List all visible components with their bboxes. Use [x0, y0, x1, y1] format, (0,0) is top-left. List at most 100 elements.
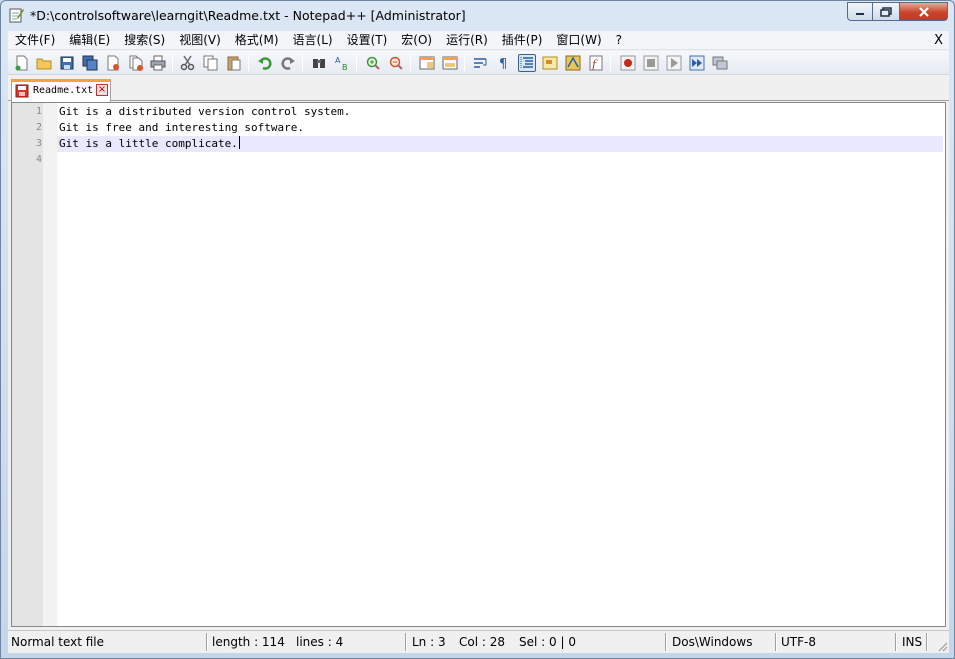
- current-code-line[interactable]: Git is a little complicate.: [57, 136, 943, 152]
- status-column: Col : 28: [459, 635, 505, 649]
- menu-window[interactable]: 窗口(W): [549, 31, 608, 50]
- find-icon[interactable]: [310, 54, 328, 72]
- function-list-icon[interactable]: f: [587, 54, 605, 72]
- status-separator: [895, 633, 897, 651]
- unsaved-document-icon: [15, 84, 29, 98]
- text-area[interactable]: Git is a distributed version control sys…: [57, 103, 945, 626]
- close-document-button[interactable]: X: [934, 31, 943, 50]
- line-text: Git is a little complicate.: [59, 137, 238, 150]
- menu-run[interactable]: 运行(R): [439, 31, 495, 50]
- menu-bar: 文件(F) 编辑(E) 搜索(S) 视图(V) 格式(M) 语言(L) 设置(T…: [8, 31, 949, 50]
- menu-format[interactable]: 格式(M): [228, 31, 286, 50]
- play-macro-icon[interactable]: [665, 54, 683, 72]
- record-macro-icon[interactable]: [619, 54, 637, 72]
- status-eol-format: Dos\Windows: [672, 635, 753, 649]
- indent-guide-icon[interactable]: [518, 54, 536, 72]
- status-insert-mode: INS: [902, 635, 923, 649]
- status-file-type: Normal text file: [11, 635, 105, 649]
- redo-icon[interactable]: [279, 54, 297, 72]
- cut-icon[interactable]: [179, 54, 197, 72]
- tab-label: Readme.txt: [33, 85, 94, 96]
- undo-icon[interactable]: [256, 54, 274, 72]
- minimize-icon: [856, 12, 864, 15]
- restore-icon: [880, 6, 892, 17]
- new-file-icon[interactable]: [13, 54, 31, 72]
- menu-plugins[interactable]: 插件(P): [495, 31, 550, 50]
- sync-vertical-icon[interactable]: [418, 54, 436, 72]
- user-language-icon[interactable]: [541, 54, 559, 72]
- status-line-number: Ln : 3: [412, 635, 446, 649]
- close-icon: [918, 6, 929, 17]
- print-icon[interactable]: [149, 54, 167, 72]
- status-separator: [405, 633, 407, 651]
- save-all-icon[interactable]: [81, 54, 99, 72]
- menu-language[interactable]: 语言(L): [286, 31, 340, 50]
- status-lines: lines : 4: [296, 635, 344, 649]
- restore-button[interactable]: [873, 2, 900, 21]
- status-separator: [206, 633, 208, 651]
- document-tab-bar: Readme.txt ×: [8, 76, 949, 102]
- status-bar: Normal text file length : 114 lines : 4 …: [8, 630, 949, 653]
- code-line[interactable]: Git is a distributed version control sys…: [57, 104, 943, 120]
- open-file-icon[interactable]: [35, 54, 53, 72]
- resize-grip-icon[interactable]: [936, 640, 948, 652]
- menu-file[interactable]: 文件(F): [8, 31, 62, 50]
- notepadpp-window: *D:\controlsoftware\learngit\Readme.txt …: [0, 0, 955, 659]
- word-wrap-icon[interactable]: [472, 54, 490, 72]
- save-macro-icon[interactable]: [711, 54, 729, 72]
- line-number: 3: [35, 138, 42, 149]
- toolbar-separator: [172, 55, 173, 71]
- toolbar-separator: [302, 55, 303, 71]
- text-caret: [238, 136, 240, 149]
- doc-map-icon[interactable]: [564, 54, 582, 72]
- minimize-button[interactable]: [847, 2, 873, 21]
- status-selection: Sel : 0 | 0: [519, 635, 576, 649]
- tab-readme[interactable]: Readme.txt ×: [11, 79, 111, 102]
- line-number: 4: [35, 154, 42, 165]
- line-number: 2: [35, 122, 42, 133]
- code-line[interactable]: Git is free and interesting software.: [57, 120, 943, 136]
- menu-edit[interactable]: 编辑(E): [62, 31, 117, 50]
- run-macro-multiple-icon[interactable]: [688, 54, 706, 72]
- sync-horizontal-icon[interactable]: [441, 54, 459, 72]
- line-number: 1: [35, 106, 42, 117]
- status-separator: [926, 633, 928, 651]
- menu-help[interactable]: ?: [609, 31, 629, 50]
- paste-icon[interactable]: [225, 54, 243, 72]
- copy-icon[interactable]: [202, 54, 220, 72]
- close-all-icon[interactable]: [127, 54, 145, 72]
- fold-margin[interactable]: [43, 103, 57, 626]
- zoom-out-icon[interactable]: [387, 54, 405, 72]
- window-title: *D:\controlsoftware\learngit\Readme.txt …: [30, 8, 466, 23]
- save-icon[interactable]: [58, 54, 76, 72]
- close-file-icon[interactable]: [104, 54, 122, 72]
- close-window-button[interactable]: [900, 2, 948, 21]
- title-bar[interactable]: *D:\controlsoftware\learngit\Readme.txt …: [1, 1, 954, 31]
- tab-close-icon[interactable]: ×: [96, 84, 108, 96]
- line-text: Git is a distributed version control sys…: [59, 105, 351, 118]
- toolbar-separator: [610, 55, 611, 71]
- menu-macro[interactable]: 宏(O): [394, 31, 439, 50]
- status-encoding: UTF-8: [781, 635, 816, 649]
- toolbar-separator: [356, 55, 357, 71]
- toolbar: AB ¶ f: [8, 51, 949, 75]
- zoom-in-icon[interactable]: [364, 54, 382, 72]
- replace-icon[interactable]: AB: [333, 54, 351, 72]
- line-number-gutter: 1 2 3 4: [12, 103, 57, 626]
- toolbar-separator: [410, 55, 411, 71]
- svg-text:A: A: [335, 56, 341, 65]
- notepad-app-icon[interactable]: [8, 7, 24, 23]
- show-all-chars-icon[interactable]: ¶: [495, 54, 513, 72]
- svg-text:¶: ¶: [499, 57, 507, 71]
- toolbar-separator: [248, 55, 249, 71]
- line-text: Git is free and interesting software.: [59, 121, 305, 134]
- status-length: length : 114: [212, 635, 285, 649]
- client-area: 文件(F) 编辑(E) 搜索(S) 视图(V) 格式(M) 语言(L) 设置(T…: [8, 31, 949, 653]
- code-line[interactable]: [57, 152, 943, 168]
- stop-macro-icon[interactable]: [642, 54, 660, 72]
- menu-search[interactable]: 搜索(S): [117, 31, 172, 50]
- text-editor[interactable]: 1 2 3 4 Git is a distributed version con…: [11, 102, 946, 627]
- menu-settings[interactable]: 设置(T): [340, 31, 395, 50]
- menu-view[interactable]: 视图(V): [172, 31, 228, 50]
- svg-text:B: B: [342, 63, 348, 71]
